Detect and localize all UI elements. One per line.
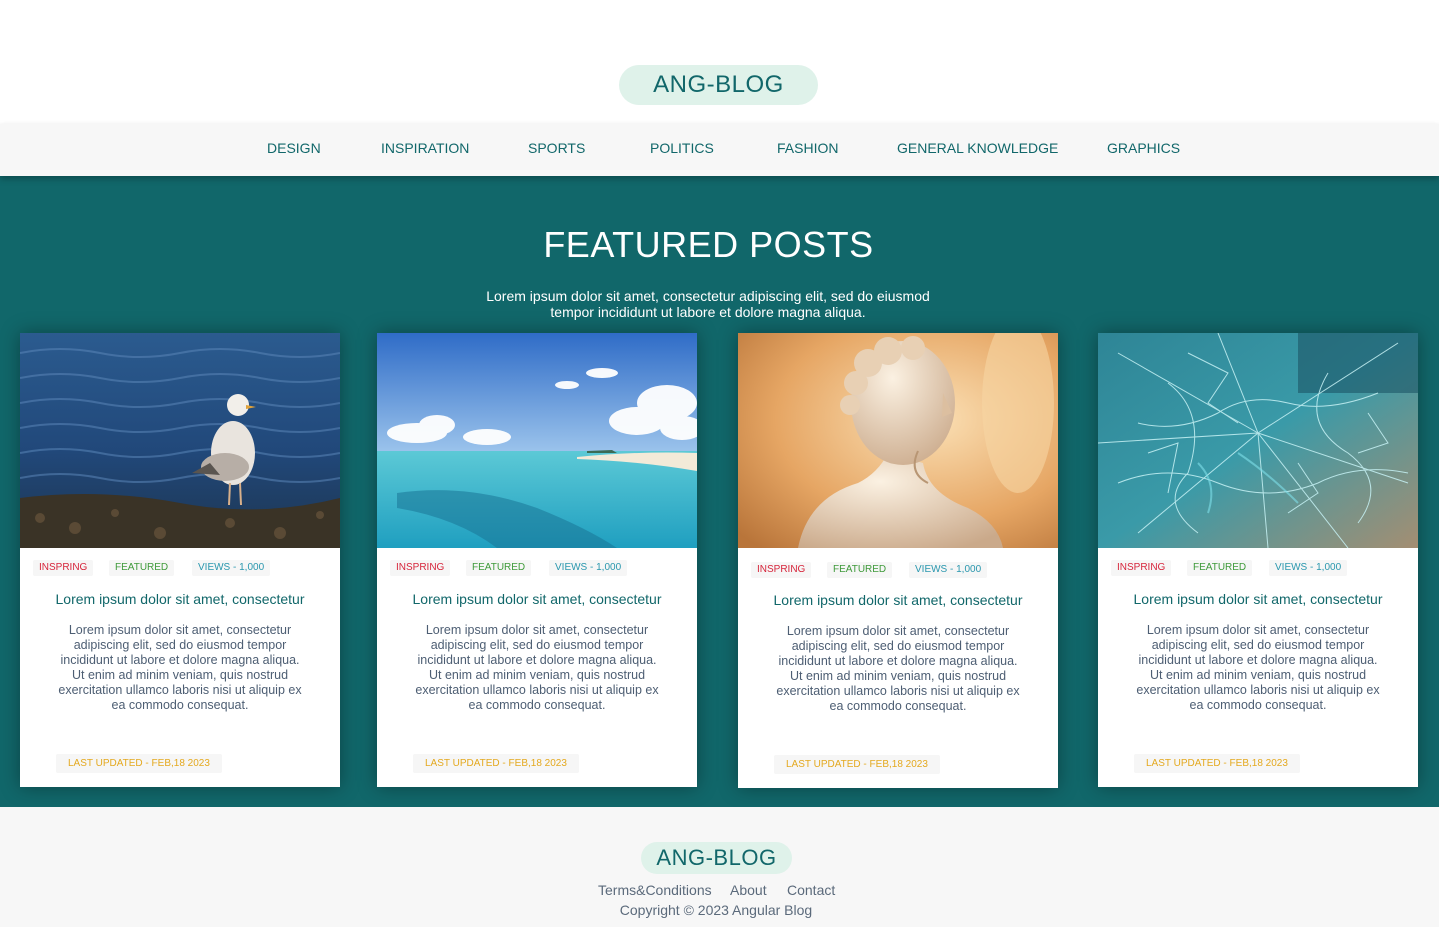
site-header: ANG-BLOG	[0, 0, 1439, 124]
card-excerpt: Lorem ipsum dolor sit amet, consectetur …	[1136, 623, 1380, 712]
nav-item-design[interactable]: DESIGN	[267, 140, 321, 156]
post-card[interactable]: INSPRING FEATURED VIEWS - 1,000 Lorem ip…	[1098, 333, 1418, 787]
nav-item-sports[interactable]: SPORTS	[528, 140, 585, 156]
card-title[interactable]: Lorem ipsum dolor sit amet, consectetur	[20, 591, 340, 607]
post-card[interactable]: INSPRING FEATURED VIEWS - 1,000 Lorem ip…	[738, 333, 1058, 788]
tag-inspiring[interactable]: INSPRING	[1111, 560, 1172, 576]
nav-item-general-knowledge[interactable]: GENERAL KNOWLEDGE	[897, 140, 1058, 156]
tag-views: VIEWS - 1,000	[909, 562, 988, 578]
card-excerpt: Lorem ipsum dolor sit amet, consectetur …	[776, 624, 1020, 713]
featured-subtitle: Lorem ipsum dolor sit amet, consectetur …	[486, 288, 930, 320]
tag-inspiring[interactable]: INSPRING	[390, 560, 451, 576]
tropical-beach-photo[interactable]	[377, 333, 697, 548]
tag-views: VIEWS - 1,000	[549, 560, 628, 576]
statue-bust-photo[interactable]	[738, 333, 1058, 548]
category-nav: DESIGN INSPIRATION SPORTS POLITICS FASHI…	[0, 124, 1439, 176]
featured-section: FEATURED POSTS Lorem ipsum dolor sit ame…	[0, 176, 1439, 807]
last-updated-badge: LAST UPDATED - FEB,18 2023	[774, 755, 940, 774]
site-logo[interactable]: ANG-BLOG	[619, 65, 818, 105]
tag-inspiring[interactable]: INSPRING	[33, 560, 94, 576]
post-card[interactable]: INSPRING FEATURED VIEWS - 1,000 Lorem ip…	[377, 333, 697, 787]
tag-featured[interactable]: FEATURED	[827, 562, 893, 578]
footer-link-terms[interactable]: Terms&Conditions	[598, 882, 712, 898]
seagull-on-water-photo[interactable]	[20, 333, 340, 548]
card-excerpt: Lorem ipsum dolor sit amet, consectetur …	[415, 623, 659, 712]
card-title[interactable]: Lorem ipsum dolor sit amet, consectetur	[1098, 591, 1418, 607]
last-updated-badge: LAST UPDATED - FEB,18 2023	[56, 754, 222, 773]
featured-title: FEATURED POSTS	[543, 224, 874, 265]
last-updated-badge: LAST UPDATED - FEB,18 2023	[1134, 754, 1300, 773]
footer-link-contact[interactable]: Contact	[787, 882, 835, 898]
last-updated-badge: LAST UPDATED - FEB,18 2023	[413, 754, 579, 773]
tag-featured[interactable]: FEATURED	[1187, 560, 1253, 576]
tag-views: VIEWS - 1,000	[1269, 560, 1348, 576]
tag-featured[interactable]: FEATURED	[466, 560, 532, 576]
nav-item-inspiration[interactable]: INSPIRATION	[381, 140, 469, 156]
copyright-text: Copyright © 2023 Angular Blog	[619, 902, 813, 918]
nav-item-politics[interactable]: POLITICS	[650, 140, 714, 156]
card-excerpt: Lorem ipsum dolor sit amet, consectetur …	[58, 623, 302, 712]
post-card[interactable]: INSPRING FEATURED VIEWS - 1,000 Lorem ip…	[20, 333, 340, 787]
footer-link-about[interactable]: About	[730, 882, 767, 898]
card-title[interactable]: Lorem ipsum dolor sit amet, consectetur	[738, 592, 1058, 608]
footer-logo[interactable]: ANG-BLOG	[641, 842, 792, 874]
site-footer: ANG-BLOG Terms&Conditions About Contact …	[0, 807, 1439, 927]
tag-views: VIEWS - 1,000	[192, 560, 271, 576]
tag-inspiring[interactable]: INSPRING	[751, 562, 812, 578]
tag-featured[interactable]: FEATURED	[109, 560, 175, 576]
card-title[interactable]: Lorem ipsum dolor sit amet, consectetur	[377, 591, 697, 607]
nav-item-fashion[interactable]: FASHION	[777, 140, 838, 156]
cracked-glass-photo[interactable]	[1098, 333, 1418, 548]
nav-item-graphics[interactable]: GRAPHICS	[1107, 140, 1180, 156]
